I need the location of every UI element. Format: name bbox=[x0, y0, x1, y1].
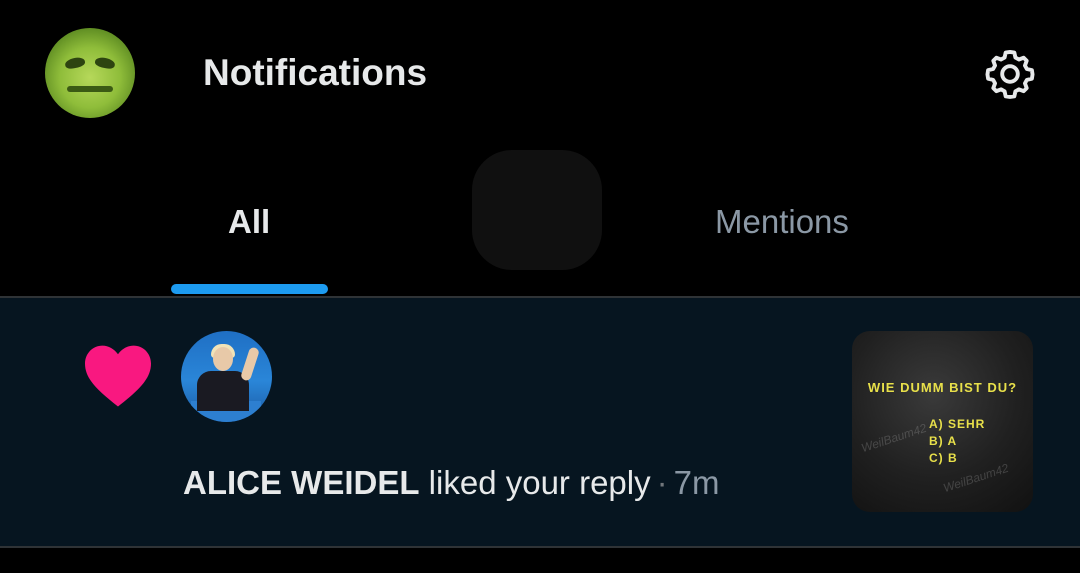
tab-mentions[interactable]: Mentions bbox=[540, 170, 1040, 298]
header: Notifications bbox=[0, 0, 1080, 150]
notification-action: liked your reply bbox=[428, 464, 651, 501]
avatar-face bbox=[213, 347, 233, 371]
thumbnail-option: B) A bbox=[929, 434, 958, 448]
post-thumbnail[interactable]: WeilBaum42 WeilBaum42 WIE DUMM BIST DU? … bbox=[852, 331, 1033, 512]
gear-icon[interactable] bbox=[984, 48, 1036, 100]
active-tab-indicator bbox=[171, 284, 328, 294]
avatar-arm bbox=[239, 346, 261, 382]
divider bbox=[0, 546, 1080, 548]
user-avatar[interactable] bbox=[181, 331, 272, 422]
user-name[interactable]: ALICE WEIDEL bbox=[183, 464, 420, 501]
thumbnail-question: WIE DUMM BIST DU? bbox=[867, 380, 1018, 395]
avatar-eye bbox=[94, 56, 116, 70]
notification-item[interactable]: ALICE WEIDEL liked your reply · 7m WeilBau… bbox=[0, 298, 1080, 546]
tab-all[interactable]: All bbox=[0, 170, 500, 298]
tab-all-label: All bbox=[228, 203, 271, 240]
thumbnail-watermark: WeilBaum42 bbox=[941, 460, 1011, 496]
timestamp: 7m bbox=[673, 464, 720, 501]
separator: · bbox=[656, 464, 668, 501]
tab-bar: All Mentions bbox=[0, 170, 1080, 298]
thumbnail-option: A) SEHR bbox=[929, 417, 986, 431]
avatar-mouth bbox=[67, 86, 113, 92]
avatar-eye bbox=[64, 56, 86, 70]
profile-avatar[interactable] bbox=[45, 28, 135, 118]
heart-icon bbox=[85, 345, 151, 407]
thumbnail-option: C) B bbox=[929, 451, 958, 465]
thumbnail-watermark: WeilBaum42 bbox=[859, 420, 929, 456]
tab-mentions-label: Mentions bbox=[715, 203, 849, 240]
page-title: Notifications bbox=[203, 52, 428, 93]
notification-text: ALICE WEIDEL liked your reply · 7m bbox=[183, 464, 719, 502]
